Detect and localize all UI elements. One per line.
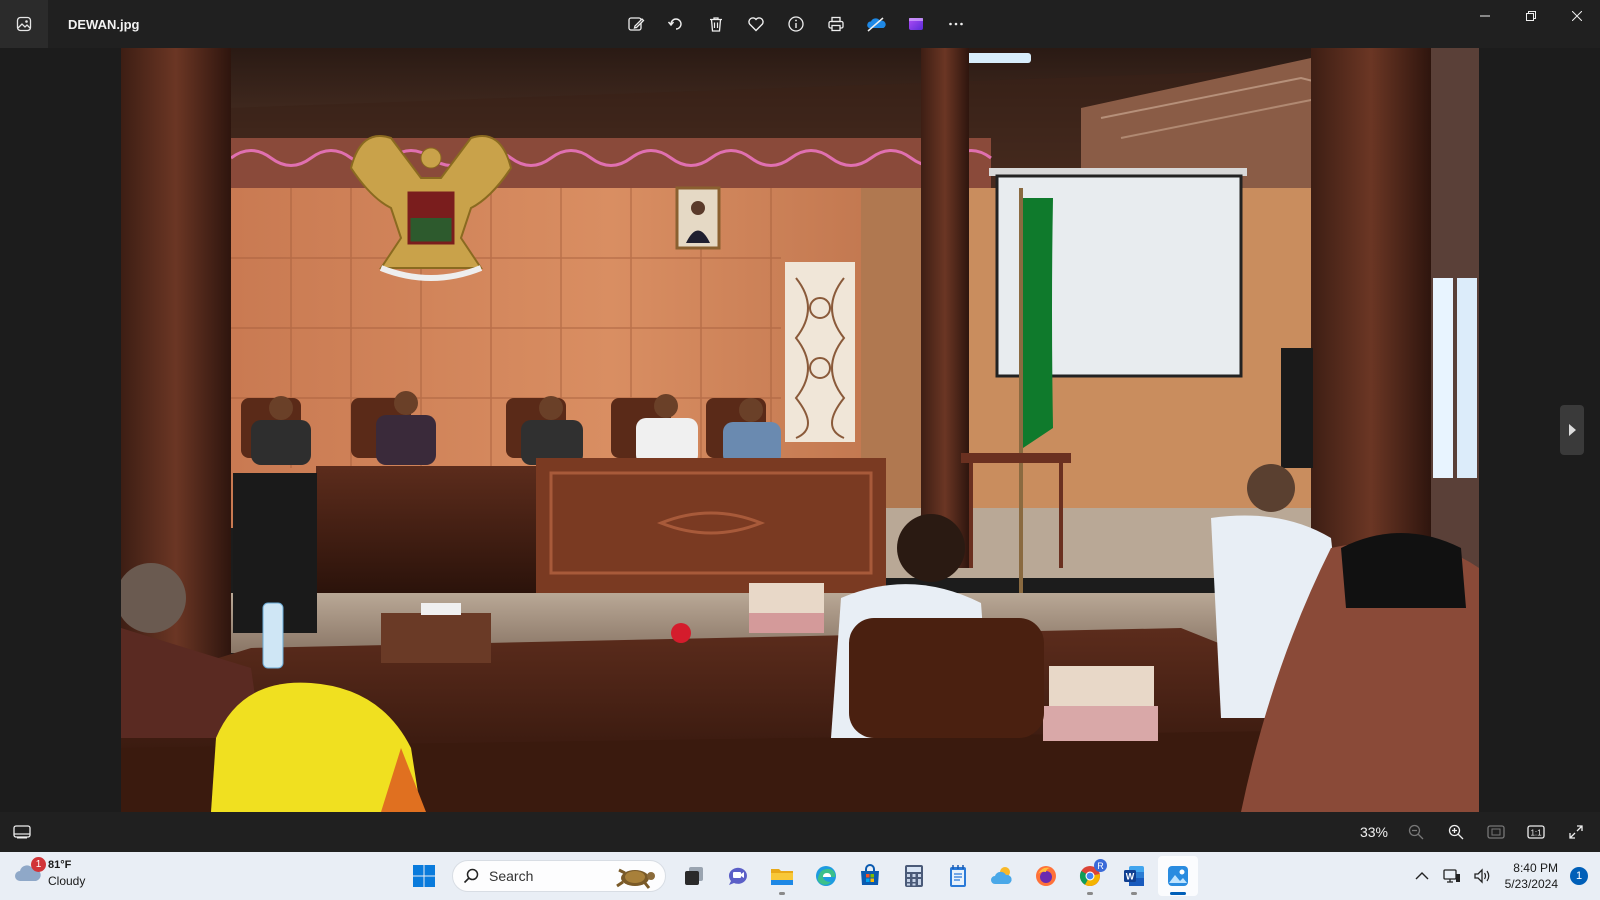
fullscreen-icon[interactable]	[1560, 816, 1592, 848]
word-icon[interactable]: W	[1114, 856, 1154, 896]
next-image-button[interactable]	[1560, 405, 1584, 455]
search-placeholder: Search	[489, 868, 534, 884]
photos-icon[interactable]	[1158, 856, 1198, 896]
restore-icon[interactable]	[1508, 0, 1554, 32]
print-icon[interactable]	[818, 6, 854, 42]
edit-image-icon[interactable]	[618, 6, 654, 42]
system-tray: 8:40 PM 5/23/2024 1	[1409, 856, 1588, 896]
chrome-icon[interactable]: R	[1070, 856, 1110, 896]
network-icon[interactable]	[1439, 856, 1465, 896]
task-view-icon[interactable]	[674, 856, 714, 896]
status-bar: 33% 1:1	[0, 812, 1600, 852]
zoom-level[interactable]: 33%	[1356, 824, 1392, 840]
clock[interactable]: 8:40 PM 5/23/2024	[1505, 860, 1558, 892]
image-toolbar	[618, 6, 974, 42]
photos-app-window: DEWAN.jpg 33% 1:1	[0, 0, 1600, 852]
taskbar: 1 81°F Cloudy Search R W 8:40 PM 5/23/20…	[0, 852, 1600, 900]
info-icon[interactable]	[778, 6, 814, 42]
filmstrip-icon[interactable]	[8, 818, 36, 846]
zoom-controls: 33% 1:1	[1356, 816, 1592, 848]
actual-size-icon[interactable]: 1:1	[1520, 816, 1552, 848]
svg-text:1:1: 1:1	[1530, 829, 1542, 838]
weather-alert-badge: 1	[31, 857, 46, 872]
taskbar-search[interactable]: Search	[452, 860, 666, 892]
notification-badge[interactable]: 1	[1570, 867, 1588, 885]
notepad-icon[interactable]	[938, 856, 978, 896]
volume-icon[interactable]	[1469, 856, 1495, 896]
photo-meeting-room	[121, 48, 1479, 812]
start-button[interactable]	[404, 856, 444, 896]
clipchamp-icon[interactable]	[898, 6, 934, 42]
weather-temperature: 81°F	[48, 859, 72, 871]
search-icon	[463, 868, 479, 884]
fit-to-window-icon[interactable]	[1480, 816, 1512, 848]
chrome-profile-badge: R	[1094, 859, 1107, 872]
clock-date: 5/23/2024	[1504, 877, 1558, 891]
svg-text:W: W	[1126, 872, 1135, 882]
file-name: DEWAN.jpg	[68, 16, 140, 32]
delete-icon[interactable]	[698, 6, 734, 42]
microsoft-store-icon[interactable]	[850, 856, 890, 896]
title-bar: DEWAN.jpg	[0, 0, 1600, 48]
close-icon[interactable]	[1554, 0, 1600, 32]
firefox-icon[interactable]	[1026, 856, 1066, 896]
rotate-icon[interactable]	[658, 6, 694, 42]
calculator-icon[interactable]	[894, 856, 934, 896]
chevron-up-icon[interactable]	[1409, 856, 1435, 896]
taskbar-apps: Search R W	[404, 856, 1198, 896]
onedrive-icon[interactable]	[858, 6, 894, 42]
zoom-in-icon[interactable]	[1440, 816, 1472, 848]
photos-app-icon[interactable]	[0, 0, 48, 48]
favorite-icon[interactable]	[738, 6, 774, 42]
image-viewer[interactable]	[0, 48, 1600, 812]
zoom-out-icon[interactable]	[1400, 816, 1432, 848]
file-explorer-icon[interactable]	[762, 856, 802, 896]
weather-condition: Cloudy	[48, 874, 86, 888]
clock-time: 8:40 PM	[1513, 861, 1558, 875]
teams-chat-icon[interactable]	[718, 856, 758, 896]
minimize-icon[interactable]	[1462, 0, 1508, 32]
weather-app-icon[interactable]	[982, 856, 1022, 896]
window-controls	[1462, 0, 1600, 32]
turtle-highlight-icon	[616, 868, 655, 889]
weather-widget[interactable]: 1 81°F Cloudy	[14, 857, 85, 889]
more-icon[interactable]	[938, 6, 974, 42]
edge-icon[interactable]	[806, 856, 846, 896]
